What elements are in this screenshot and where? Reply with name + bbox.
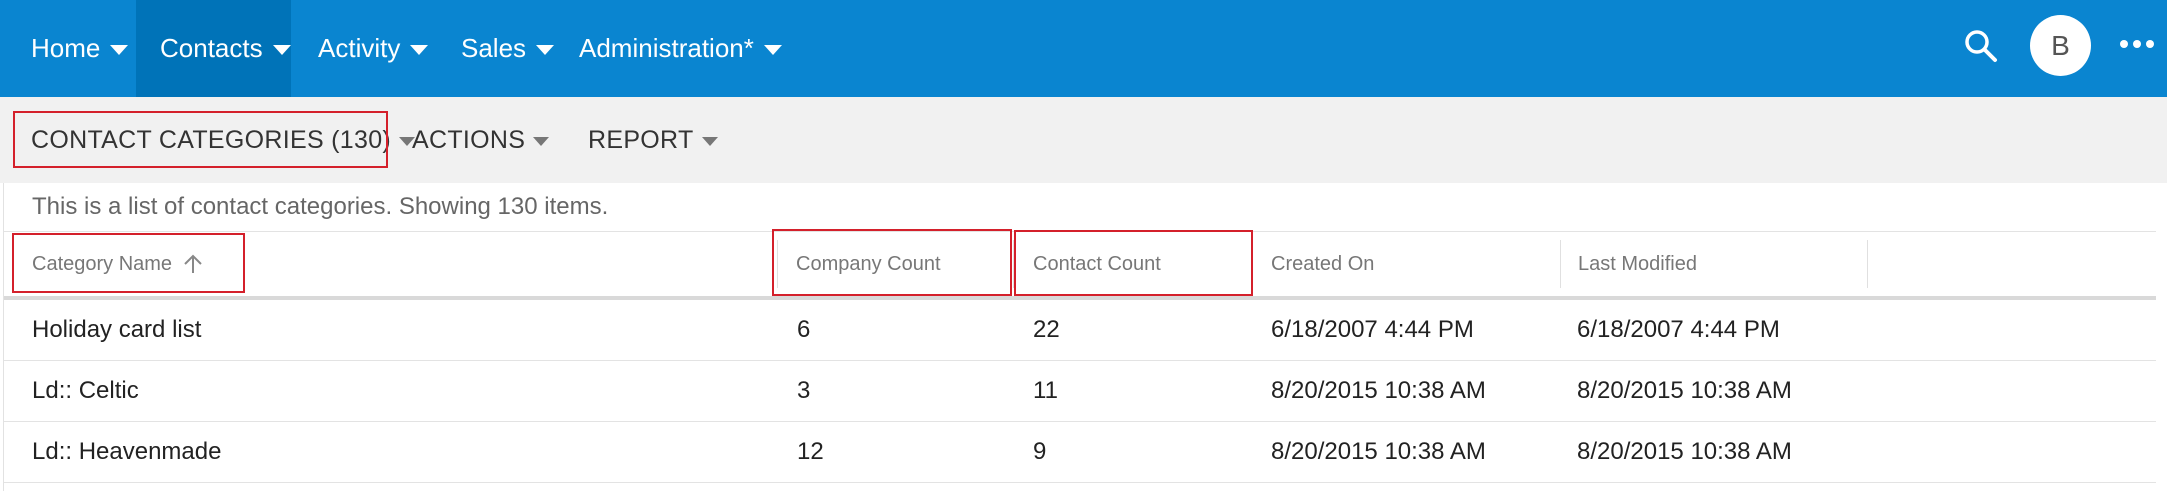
cell-category-name[interactable]: Ld:: Celtic (32, 361, 139, 421)
chevron-down-icon (410, 44, 429, 55)
actions-menu[interactable]: ACTIONS (412, 97, 550, 183)
nav-label-contacts: Contacts (160, 33, 263, 63)
highlight-box (1014, 230, 1253, 296)
nav-item-activity[interactable]: Activity (291, 0, 437, 97)
cell-category-name[interactable]: Ld:: Heavenmade (32, 422, 221, 482)
column-header-label: Created On (1271, 252, 1375, 275)
nav-label-administration: Administration* (579, 33, 754, 63)
chevron-down-icon (533, 136, 550, 146)
column-header-label: Last Modified (1578, 252, 1697, 275)
highlight-box (13, 111, 388, 168)
nav-label-activity: Activity (318, 33, 401, 63)
cell-contact-count: 9 (1033, 438, 1047, 465)
nav-item-contacts[interactable]: Contacts (136, 0, 291, 97)
nav-label-home: Home (31, 33, 101, 63)
cell-created-on: 6/18/2007 4:44 PM (1271, 316, 1474, 343)
list-description: This is a list of contact categories. Sh… (32, 193, 609, 220)
avatar-initial: B (2051, 29, 2070, 61)
chevron-down-icon (110, 44, 129, 55)
nav-item-administration[interactable]: Administration* (559, 0, 799, 97)
cell-created-on: 8/20/2015 10:38 AM (1271, 438, 1486, 465)
column-separator[interactable] (1560, 240, 1561, 288)
nav-item-sales[interactable]: Sales (437, 0, 559, 97)
cell-company-count: 12 (797, 438, 824, 465)
table-row[interactable]: Ld:: Heavenmade 12 9 8/20/2015 10:38 AM … (4, 422, 2156, 483)
top-navigation-bar: Home Contacts Activity Sales Administrat… (0, 0, 2167, 97)
cell-last-modified: 8/20/2015 10:38 AM (1577, 438, 1792, 465)
cell-created-on: 8/20/2015 10:38 AM (1271, 377, 1486, 404)
search-icon[interactable] (1963, 28, 1999, 64)
report-menu[interactable]: REPORT (588, 97, 718, 183)
cell-last-modified: 6/18/2007 4:44 PM (1577, 316, 1780, 343)
command-toolbar: CONTACT CATEGORIES (130) ACTIONS REPORT (0, 97, 2167, 183)
chevron-down-icon (272, 44, 291, 55)
chevron-down-icon (536, 44, 555, 55)
contact-categories-list: This is a list of contact categories. Sh… (3, 183, 2156, 491)
actions-label: ACTIONS (412, 125, 526, 154)
report-label: REPORT (588, 125, 694, 154)
cell-contact-count: 11 (1033, 377, 1058, 404)
more-horizontal-icon[interactable] (2120, 40, 2156, 54)
highlight-box (12, 233, 245, 293)
chevron-down-icon (763, 44, 782, 55)
table-row[interactable]: Ld:: Celtic 3 11 8/20/2015 10:38 AM 8/20… (4, 361, 2156, 422)
column-separator[interactable] (1867, 240, 1868, 288)
column-header-created-on[interactable]: Created On (1271, 232, 1374, 296)
avatar[interactable]: B (2030, 15, 2091, 76)
table-row[interactable]: Holiday card list 6 22 6/18/2007 4:44 PM… (4, 300, 2156, 361)
highlight-box (772, 229, 1012, 296)
cell-contact-count: 22 (1033, 316, 1060, 343)
cell-last-modified: 8/20/2015 10:38 AM (1577, 377, 1792, 404)
chevron-down-icon (701, 136, 718, 146)
nav-item-home[interactable]: Home (0, 0, 136, 97)
column-header-last-modified[interactable]: Last Modified (1578, 232, 1697, 296)
cell-category-name[interactable]: Holiday card list (32, 300, 201, 360)
nav-label-sales: Sales (461, 33, 527, 63)
cell-company-count: 6 (797, 316, 811, 343)
cell-company-count: 3 (797, 377, 811, 404)
